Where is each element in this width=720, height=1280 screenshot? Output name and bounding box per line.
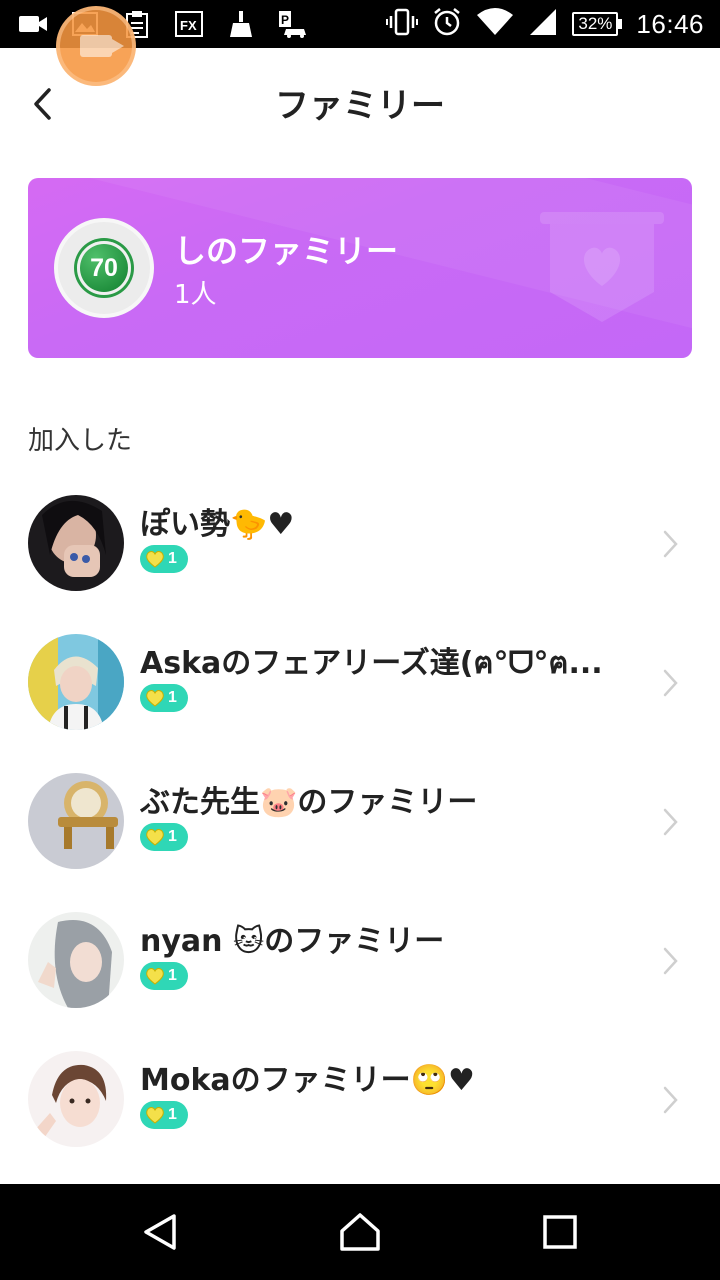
- chevron-right-icon: [663, 530, 678, 558]
- family-level-badge: 70: [54, 218, 154, 318]
- member-count-badge: 1: [140, 962, 188, 990]
- chevron-right-icon: [663, 669, 678, 697]
- badge-count: 1: [168, 1106, 177, 1123]
- svg-text:P: P: [281, 13, 289, 27]
- avatar: [28, 634, 124, 730]
- battery-tip: [618, 19, 623, 29]
- family-level: 70: [77, 241, 131, 295]
- family-name: ぽい勢🐤♥: [140, 507, 295, 542]
- family-name: Askaのフェアリーズ達(ฅ°ᗜ°ฅ...: [140, 646, 603, 681]
- my-family-card[interactable]: 70 しのファミリー 1人: [28, 178, 692, 358]
- family-list-item[interactable]: Mokaのファミリー🙄♥ 1: [0, 1031, 720, 1170]
- battery-level: 32%: [572, 12, 619, 36]
- member-count-badge: 1: [140, 684, 188, 712]
- family-name: しのファミリー: [174, 232, 399, 270]
- family-list-item[interactable]: Askaのフェアリーズ達(ฅ°ᗜ°ฅ... 1: [0, 614, 720, 753]
- nav-back-button[interactable]: [136, 1208, 184, 1256]
- video-icon: [18, 11, 48, 37]
- system-status: 32% 16:46: [386, 6, 704, 42]
- badge-count: 1: [168, 967, 177, 984]
- recents-icon: [543, 1215, 577, 1249]
- heart-icon: [146, 550, 164, 568]
- chevron-right-icon: [663, 808, 678, 836]
- vibrate-icon: [386, 8, 419, 40]
- chevron-right-icon: [663, 1086, 678, 1114]
- system-nav-bar: [0, 1184, 720, 1280]
- family-member-count: 1人: [174, 280, 217, 310]
- family-list-item[interactable]: ぽい勢🐤♥ 1: [0, 475, 720, 614]
- family-name: Mokaのファミリー🙄♥: [140, 1063, 475, 1098]
- heart-icon: [146, 828, 164, 846]
- clock: 16:46: [636, 8, 704, 39]
- section-joined-label: 加入した: [28, 426, 133, 456]
- fx-icon: FX: [174, 11, 204, 37]
- broom-icon: [226, 11, 256, 37]
- heart-icon: [146, 967, 164, 985]
- family-name: nyan 🐱のファミリー: [140, 924, 445, 959]
- alarm-icon: [432, 7, 462, 41]
- app-header: ファミリー: [0, 48, 720, 158]
- nav-recents-button[interactable]: [536, 1208, 584, 1256]
- svg-text:FX: FX: [180, 18, 197, 33]
- signal-icon: [528, 7, 558, 41]
- member-count-badge: 1: [140, 1101, 188, 1129]
- heart-icon: [146, 689, 164, 707]
- nav-home-button[interactable]: [336, 1208, 384, 1256]
- heart-banner-icon: [540, 212, 664, 322]
- avatar: [28, 495, 124, 591]
- heart-icon: [146, 1106, 164, 1124]
- parking-car-icon: P: [278, 11, 308, 38]
- avatar: [28, 912, 124, 1008]
- badge-count: 1: [168, 550, 177, 567]
- avatar: [28, 1051, 124, 1147]
- avatar: [28, 773, 124, 869]
- family-name: ぶた先生🐷のファミリー: [140, 785, 478, 820]
- home-icon: [340, 1213, 380, 1251]
- family-list-item[interactable]: nyan 🐱のファミリー 1: [0, 892, 720, 1031]
- badge-count: 1: [168, 689, 177, 706]
- family-list-item[interactable]: ぶた先生🐷のファミリー 1: [0, 753, 720, 892]
- wifi-icon: [476, 7, 514, 41]
- badge-count: 1: [168, 828, 177, 845]
- member-count-badge: 1: [140, 545, 188, 573]
- back-icon: [144, 1214, 176, 1250]
- member-count-badge: 1: [140, 823, 188, 851]
- chevron-right-icon: [663, 947, 678, 975]
- page-title: ファミリー: [275, 86, 445, 126]
- battery-indicator: 32%: [572, 12, 623, 36]
- joined-family-list: ぽい勢🐤♥ 1 Askaのフェアリーズ達(ฅ°ᗜ°ฅ... 1 ぶた先生🐷のファ…: [0, 475, 720, 1170]
